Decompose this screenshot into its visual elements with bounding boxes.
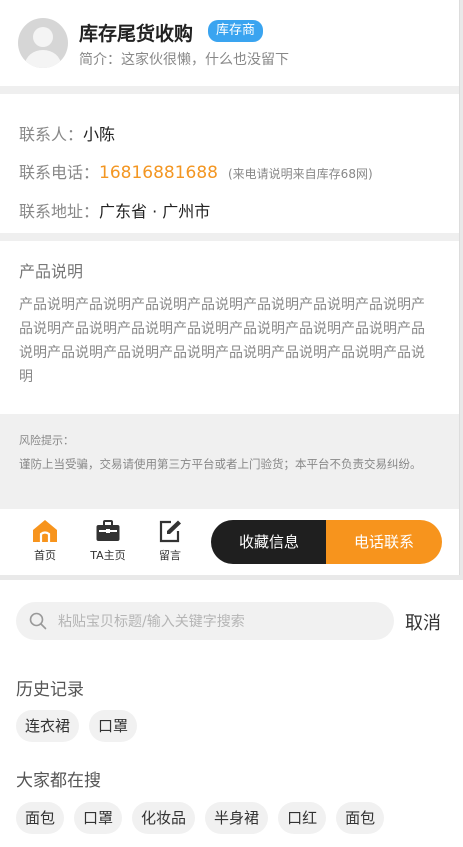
history-chip[interactable]: 口罩 [89, 710, 138, 742]
risk-title: 风险提示： [19, 434, 74, 447]
history-list: 连衣裙 口罩 [16, 710, 463, 752]
seller-intro: 简介：这家伙很懒，什么也没留下 [79, 52, 289, 68]
section-divider [0, 86, 459, 94]
history-chip[interactable]: 连衣裙 [16, 710, 80, 742]
contact-person-label: 联系人： [19, 125, 84, 144]
search-panel: 取消 历史记录 连衣裙口罩 大家都在搜 面包口罩化妆品半身裙口红面包 [0, 580, 463, 847]
avatar-body-shape [25, 50, 61, 68]
cancel-button[interactable]: 取消 [405, 609, 441, 635]
contact-phone-link[interactable]: 16816881688 [99, 163, 218, 183]
tab-message[interactable]: 留言 [145, 519, 195, 563]
description-body: 产品说明产品说明产品说明产品说明产品说明产品说明产品说明产品说明产品说明产品说明… [19, 297, 425, 385]
history-title: 历史记录 [16, 680, 84, 700]
hot-search-chip[interactable]: 面包 [336, 802, 385, 834]
favorite-button[interactable]: 收藏信息 [211, 520, 327, 564]
contact-person-row: 联系人：小陈 [19, 121, 115, 145]
home-icon [33, 520, 57, 542]
briefcase-icon [96, 520, 120, 541]
tab-message-label: 留言 [159, 549, 181, 562]
section-divider [0, 233, 459, 241]
product-description: 产品说明 产品说明产品说明产品说明产品说明产品说明产品说明产品说明产品说明产品说… [0, 241, 459, 415]
search-icon [29, 612, 47, 630]
contact-address-row: 联系地址：广东省 · 广州市 [19, 198, 210, 222]
hot-search-chip[interactable]: 口红 [278, 802, 327, 834]
search-input[interactable] [56, 602, 390, 642]
contact-phone-note: (来电请说明来自库存68网) [228, 167, 373, 181]
tab-home[interactable]: 首页 [20, 519, 70, 563]
avatar-head-shape [33, 27, 53, 47]
seller-profile[interactable]: 库存尾货收购 库存商 简介：这家伙很懒，什么也没留下 [0, 0, 459, 86]
product-detail-panel: 库存尾货收购 库存商 简介：这家伙很懒，什么也没留下 联系人：小陈 联系电话：1… [0, 0, 460, 575]
risk-warning: 风险提示： 谨防上当受骗，交易请使用第三方平台或者上门验货；本平台不负责交易纠纷… [0, 414, 459, 509]
call-button[interactable]: 电话联系 [326, 520, 442, 564]
description-title: 产品说明 [19, 262, 84, 281]
tab-ta-home[interactable]: TA主页 [83, 519, 133, 563]
contact-address-label: 联系地址： [19, 202, 100, 221]
contact-address-value: 广东省 · 广州市 [99, 202, 211, 221]
tab-home-label: 首页 [34, 549, 56, 562]
risk-text: 谨防上当受骗，交易请使用第三方平台或者上门验货；本平台不负责交易纠纷。 [19, 457, 422, 471]
contact-person-value: 小陈 [83, 125, 116, 144]
tab-ta-home-label: TA主页 [90, 549, 126, 562]
contact-phone-row: 联系电话：16816881688 (来电请说明来自库存68网) [19, 159, 373, 183]
search-box[interactable] [16, 602, 394, 642]
bottom-action-bar: 首页 TA主页 留言 收藏信息 电话联系 [0, 509, 459, 575]
hot-search-chip[interactable]: 半身裙 [205, 802, 269, 834]
shop-name: 库存尾货收购 [79, 23, 194, 45]
contact-info: 联系人：小陈 联系电话：16816881688 (来电请说明来自库存68网) 联系… [0, 94, 459, 233]
contact-phone-label: 联系电话： [19, 163, 100, 182]
seller-type-badge: 库存商 [208, 20, 264, 42]
hot-search-chip[interactable]: 面包 [16, 802, 65, 834]
hot-search-chip[interactable]: 口罩 [74, 802, 123, 834]
hot-search-chip[interactable]: 化妆品 [132, 802, 196, 834]
hot-search-title: 大家都在搜 [16, 771, 101, 791]
avatar [18, 18, 68, 68]
edit-icon [159, 520, 181, 543]
hot-search-list: 面包 口罩 化妆品 半身裙 口红 面包 [16, 802, 463, 844]
